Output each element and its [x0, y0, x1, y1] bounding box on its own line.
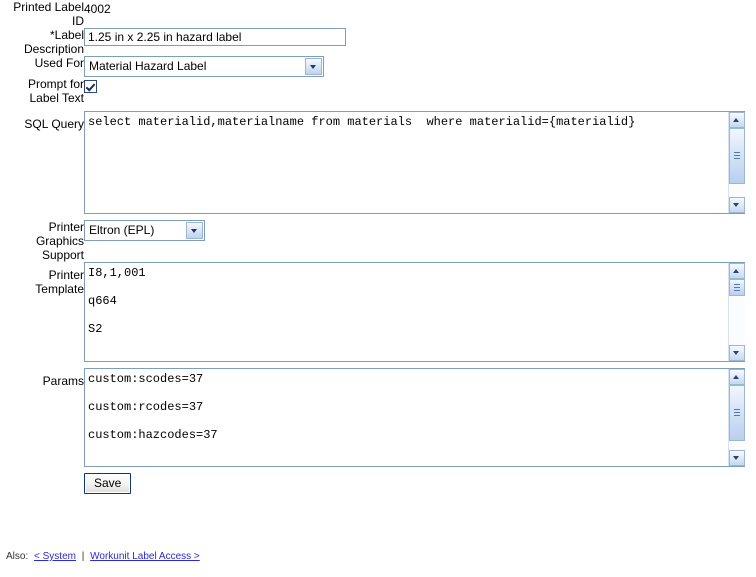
field-printer-template: [84, 262, 756, 362]
label-save-spacer: [0, 473, 84, 494]
field-row-used-for: Used For Material Hazard Label: [0, 56, 756, 77]
params-scroll-track[interactable]: [729, 385, 745, 450]
field-row-sql-query: SQL Query: [0, 111, 756, 214]
scroll-down-icon[interactable]: [729, 345, 745, 361]
chevron-down-icon[interactable]: [305, 58, 322, 75]
field-label-description: [84, 28, 756, 56]
label-used-for: Used For: [34, 56, 84, 70]
sql-query-textarea-wrapper: [84, 111, 745, 214]
prompt-for-label-text-checkbox[interactable]: [84, 80, 97, 93]
sql-query-scroll-track[interactable]: [729, 128, 745, 197]
used-for-select[interactable]: Material Hazard Label: [84, 56, 324, 77]
params-scrollbar[interactable]: [728, 369, 745, 466]
field-row-prompt-for-label-text: Prompt for Label Text: [0, 77, 756, 105]
field-row-label-description: *Label Description: [0, 28, 756, 56]
field-row-save: Save: [0, 473, 756, 494]
field-save: Save: [84, 473, 756, 494]
chevron-down-icon[interactable]: [186, 222, 203, 239]
field-used-for: Material Hazard Label: [84, 56, 756, 77]
printer-template-scroll-thumb[interactable]: [729, 279, 745, 296]
label-label-description: *Label Description: [23, 28, 84, 56]
scroll-up-icon[interactable]: [729, 112, 745, 128]
field-row-params: Params: [0, 368, 756, 467]
params-textarea[interactable]: [85, 369, 727, 466]
label-sql-query: SQL Query: [24, 117, 84, 131]
footer-link-workunit-label-access[interactable]: Workunit Label Access >: [90, 551, 200, 562]
field-sql-query: [84, 111, 756, 214]
scroll-down-icon[interactable]: [729, 197, 745, 213]
footer-separator: |: [81, 551, 85, 562]
printer-graphics-support-select[interactable]: Eltron (EPL): [84, 220, 205, 241]
save-button[interactable]: Save: [84, 473, 132, 494]
scroll-up-icon[interactable]: [729, 369, 745, 385]
field-row-printer-graphics-support: Printer Graphics Support Eltron (EPL): [0, 220, 756, 262]
sql-query-textarea[interactable]: [85, 112, 727, 213]
field-row-printed-label-id: Printed Label ID 4002: [0, 0, 756, 28]
sql-query-scroll-thumb[interactable]: [729, 128, 745, 184]
printer-graphics-support-selected-value: Eltron (EPL): [89, 223, 155, 237]
label-description-input[interactable]: [84, 28, 346, 46]
printer-template-scrollbar[interactable]: [728, 263, 745, 361]
printed-label-id-value: 4002: [84, 2, 111, 16]
field-printed-label-id: 4002: [84, 0, 756, 28]
footer-link-system[interactable]: < System: [34, 551, 76, 562]
used-for-selected-value: Material Hazard Label: [89, 59, 207, 73]
scroll-grip-icon: [734, 409, 740, 417]
label-params: Params: [42, 374, 84, 388]
printer-template-scroll-track[interactable]: [729, 279, 745, 345]
params-scroll-thumb[interactable]: [729, 385, 745, 441]
footer-links: Also: < System | Workunit Label Access >: [6, 551, 200, 562]
printer-template-textarea[interactable]: [85, 263, 727, 361]
scroll-grip-icon: [734, 152, 740, 160]
scroll-grip-icon: [734, 283, 740, 292]
field-printer-graphics-support: Eltron (EPL): [84, 220, 756, 262]
scroll-down-icon[interactable]: [729, 450, 745, 466]
label-printed-label-id: Printed Label ID: [13, 0, 84, 28]
label-prompt-for-label-text: Prompt for Label Text: [27, 77, 84, 105]
field-prompt-for-label-text: [84, 77, 756, 105]
label-edit-form: Printed Label ID 4002 *Label Description…: [0, 0, 756, 494]
label-printer-template: Printer Template: [35, 268, 84, 296]
field-params: [84, 368, 756, 467]
field-row-printer-template: Printer Template: [0, 262, 756, 362]
label-printer-graphics-support: Printer Graphics Support: [35, 220, 84, 262]
scroll-up-icon[interactable]: [729, 263, 745, 279]
printer-template-textarea-wrapper: [84, 262, 745, 362]
sql-query-scrollbar[interactable]: [728, 112, 745, 213]
footer-prefix: Also:: [6, 551, 29, 562]
params-textarea-wrapper: [84, 368, 745, 467]
